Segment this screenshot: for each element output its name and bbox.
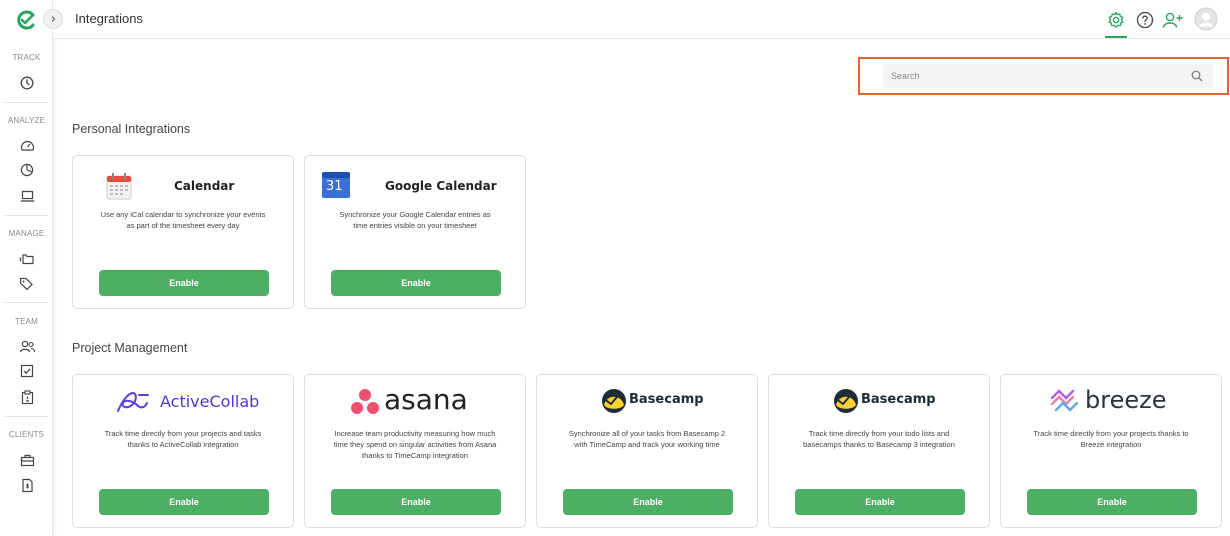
enable-button[interactable]: Enable — [1027, 489, 1197, 515]
card-description-line: thanks to ActiveCollab integration — [127, 440, 239, 449]
pie-chart-icon[interactable] — [17, 160, 37, 180]
enable-button[interactable]: Enable — [563, 489, 733, 515]
card-description: Track time directly from your todo lists… — [779, 428, 979, 450]
clipboard-icon[interactable] — [17, 387, 37, 407]
card-description-line: thanks to TimeCamp integration — [362, 451, 468, 460]
integration-card-asana: asana Increase team productivity measuri… — [304, 374, 526, 528]
card-description: Increase team productivity measuring how… — [315, 428, 515, 461]
card-description-line: Use any iCal calendar to synchronize you… — [100, 210, 266, 219]
briefcase-icon[interactable] — [17, 450, 37, 470]
sidebar-divider — [5, 215, 48, 216]
google-calendar-date: 31 — [326, 179, 343, 194]
basecamp-logo-icon — [602, 389, 626, 413]
dashboard-icon[interactable] — [17, 135, 37, 155]
settings-active-indicator — [1105, 36, 1127, 38]
settings-gear-icon[interactable] — [1105, 9, 1127, 31]
card-description: Track time directly from your projects t… — [1011, 428, 1211, 450]
card-description-line: basecamps thanks to Basecamp 3 integrati… — [803, 440, 955, 449]
activecollab-logo-icon — [117, 391, 149, 412]
enable-button[interactable]: Enable — [795, 489, 965, 515]
brand-name: asana — [384, 383, 468, 416]
calendar-icon — [106, 173, 132, 200]
checkbox-icon[interactable] — [17, 361, 37, 381]
card-description-line: Track time directly from your projects t… — [1033, 429, 1189, 438]
avatar[interactable] — [1194, 7, 1218, 31]
integration-card-basecamp-2: Basecamp Synchronize all of your tasks f… — [536, 374, 758, 528]
card-description-line: Increase team productivity measuring how… — [334, 429, 496, 438]
enable-button[interactable]: Enable — [99, 489, 269, 515]
brand-name: Basecamp — [861, 392, 936, 407]
laptop-icon[interactable] — [17, 186, 37, 206]
card-description-line: Synchronize your Google Calendar entries… — [339, 210, 491, 219]
enable-button[interactable]: Enable — [331, 270, 501, 296]
top-header: Integrations — [53, 0, 1230, 39]
search-box — [883, 64, 1213, 88]
enable-button[interactable]: Enable — [331, 489, 501, 515]
card-description: Track time directly from your projects a… — [83, 428, 283, 450]
sidebar-divider — [5, 416, 48, 417]
user-avatar-icon — [1194, 7, 1218, 31]
search-input[interactable] — [891, 64, 1181, 88]
basecamp-logo-icon — [834, 389, 858, 413]
integration-card-google-calendar: 31 Google Calendar Synchronize your Goog… — [304, 155, 526, 309]
sidebar-section-track: TRACK — [12, 53, 41, 62]
card-description-line: Breeze integration — [1080, 440, 1142, 449]
enable-button[interactable]: Enable — [99, 270, 269, 296]
invoice-icon[interactable] — [17, 475, 37, 495]
card-description-line: Track time directly from your projects a… — [104, 429, 262, 438]
brand-name: breeze — [1085, 386, 1167, 414]
asana-logo-icon — [351, 389, 379, 414]
section-title-project-management: Project Management — [72, 341, 188, 355]
card-description-line: Track time directly from your todo lists… — [808, 429, 950, 438]
card-description-line: as part of the timesheet every day — [126, 221, 240, 230]
brand-name: Basecamp — [629, 392, 704, 407]
tags-icon[interactable] — [17, 274, 37, 294]
add-user-icon[interactable] — [1160, 9, 1186, 31]
sidebar-section-manage: MANAGE — [8, 229, 45, 238]
help-icon[interactable] — [1134, 9, 1156, 31]
card-description: Synchronize all of your tasks from Basec… — [547, 428, 747, 450]
card-description-line: with TimeCamp and track your working tim… — [574, 440, 720, 449]
card-description-line: Synchronize all of your tasks from Basec… — [568, 429, 726, 438]
clock-icon[interactable] — [17, 73, 37, 93]
integration-card-basecamp-3: Basecamp Track time directly from your t… — [768, 374, 990, 528]
folders-icon[interactable] — [17, 248, 37, 268]
integration-card-calendar: Calendar Use any iCal calendar to synchr… — [72, 155, 294, 309]
brand-name: ActiveCollab — [160, 392, 260, 411]
breeze-logo-icon — [1050, 389, 1078, 412]
page-title: Integrations — [75, 11, 143, 26]
sidebar: TRACK ANALYZE MANAGE TEAM CLIENTS — [0, 0, 53, 536]
card-title: Google Calendar — [385, 179, 497, 193]
integration-card-activecollab: ActiveCollab Track time directly from yo… — [72, 374, 294, 528]
sidebar-divider — [5, 302, 48, 303]
card-description: Use any iCal calendar to synchronize you… — [83, 209, 283, 231]
sidebar-section-analyze: ANALYZE — [7, 116, 46, 125]
search-icon[interactable] — [1191, 70, 1203, 82]
timecamp-logo[interactable] — [15, 9, 37, 31]
sidebar-section-team: TEAM — [14, 317, 39, 326]
integration-card-breeze: breeze Track time directly from your pro… — [1000, 374, 1222, 528]
users-icon[interactable] — [17, 336, 37, 356]
card-title: Calendar — [174, 179, 235, 193]
sidebar-section-clients: CLIENTS — [8, 430, 45, 439]
card-description-line: time they spend on singular activities f… — [333, 440, 497, 449]
section-title-personal: Personal Integrations — [72, 122, 191, 136]
card-description: Synchronize your Google Calendar entries… — [315, 209, 515, 231]
sidebar-expand-button[interactable] — [43, 9, 63, 29]
sidebar-divider — [5, 102, 48, 103]
card-description-line: time entries visible on your timesheet — [353, 221, 477, 230]
chevron-right-icon — [51, 16, 56, 22]
